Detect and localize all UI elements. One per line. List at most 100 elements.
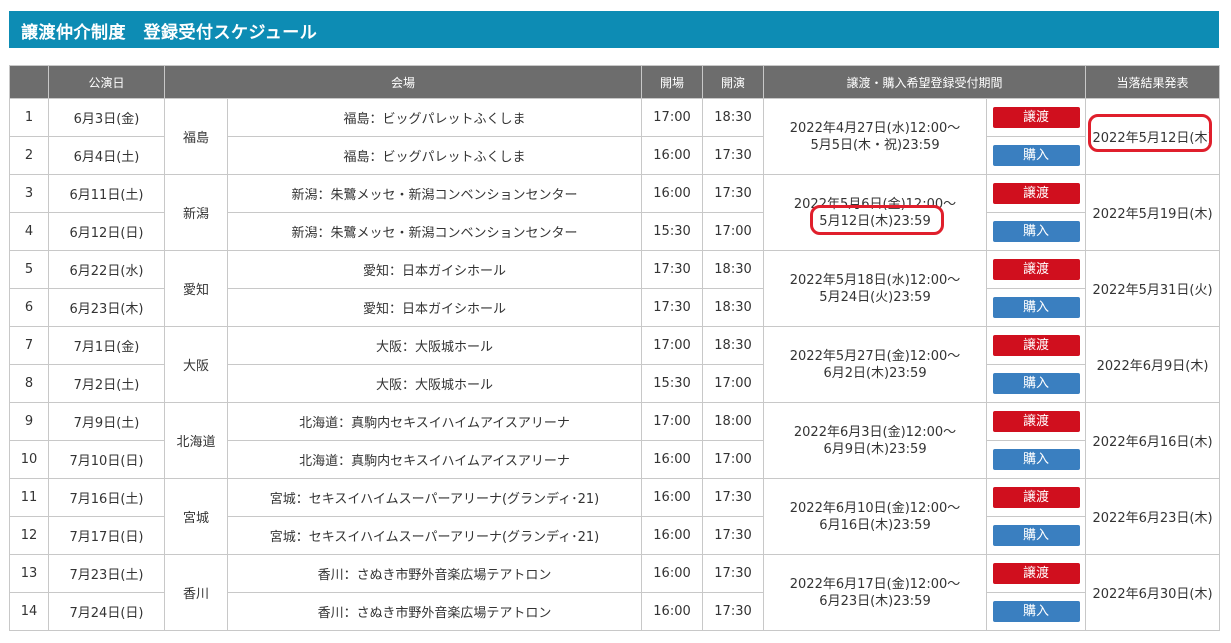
row-number: 6 <box>9 288 49 327</box>
open-time: 17:30 <box>641 288 704 327</box>
transfer-button[interactable]: 譲渡 <box>992 183 1080 204</box>
row-number: 1 <box>9 98 49 137</box>
header-date: 公演日 <box>48 65 165 99</box>
result-date: 2022年6月23日(木) <box>1085 478 1221 555</box>
venue-name: 香川：さぬき市野外音楽広場テアトロン <box>226 592 643 631</box>
period-start: 2022年5月18日(水)12:00～ <box>789 272 961 288</box>
venue-name: 宮城：セキスイハイムスーパーアリーナ(グランディ･21) <box>226 478 643 517</box>
performance-date: 7月17日(日) <box>48 516 165 555</box>
period-start: 2022年6月10日(金)12:00～ <box>789 500 961 516</box>
purchase-cell: 購入 <box>986 592 1087 631</box>
open-time: 17:30 <box>641 250 704 289</box>
period-end: 6月2日(木)23:59 <box>823 365 927 381</box>
open-time: 16:00 <box>641 592 704 631</box>
start-time: 17:00 <box>702 440 765 479</box>
prefecture: 宮城 <box>164 478 228 555</box>
table-row: 11 7月16日(土) 宮城 宮城：セキスイハイムスーパーアリーナ(グランディ･21)… <box>9 478 1221 555</box>
row-number: 9 <box>9 402 49 441</box>
venue-name: 宮城：セキスイハイムスーパーアリーナ(グランディ･21) <box>226 516 643 555</box>
transfer-button[interactable]: 譲渡 <box>992 335 1080 356</box>
performance-date: 6月23日(木) <box>48 288 165 327</box>
venue-name: 北海道：真駒内セキスイハイムアイスアリーナ <box>226 440 643 479</box>
table-row: 13 7月23日(土) 香川 香川：さぬき市野外音楽広場テアトロン 16:00 17:30… <box>9 554 1221 631</box>
row-number: 3 <box>9 174 49 213</box>
start-time: 17:30 <box>702 516 765 555</box>
row-number: 11 <box>9 478 49 517</box>
row-number: 5 <box>9 250 49 289</box>
performance-date: 6月4日(土) <box>48 136 165 175</box>
venue-name: 大阪：大阪城ホール <box>226 364 643 403</box>
open-time: 17:00 <box>641 98 704 137</box>
row-number: 7 <box>9 326 49 365</box>
transfer-cell: 譲渡 <box>986 554 1087 593</box>
open-time: 17:00 <box>641 326 704 365</box>
open-time: 16:00 <box>641 174 704 213</box>
result-date: 2022年6月9日(木) <box>1085 326 1221 403</box>
registration-period: 2022年6月17日(金)12:00～ 6月23日(木)23:59 <box>763 554 988 631</box>
header-row: 公演日 会場 開場 開演 譲渡・購入希望登録受付期間 当落結果発表 <box>9 65 1221 99</box>
registration-period: 2022年6月10日(金)12:00～ 6月16日(木)23:59 <box>763 478 988 555</box>
purchase-button[interactable]: 購入 <box>992 145 1080 166</box>
title-bar: 譲渡仲介制度 登録受付スケジュール <box>9 11 1219 48</box>
row-number: 13 <box>9 554 49 593</box>
purchase-button[interactable]: 購入 <box>992 525 1080 546</box>
start-time: 17:30 <box>702 478 765 517</box>
venue-name: 大阪：大阪城ホール <box>226 326 643 365</box>
purchase-button[interactable]: 購入 <box>992 373 1080 394</box>
start-time: 18:30 <box>702 326 765 365</box>
period-end: 6月16日(木)23:59 <box>819 517 931 533</box>
open-time: 17:00 <box>641 402 704 441</box>
open-time: 15:30 <box>641 212 704 251</box>
header-start: 開演 <box>702 65 765 99</box>
open-time: 16:00 <box>641 136 704 175</box>
transfer-button[interactable]: 譲渡 <box>992 107 1080 128</box>
header-result: 当落結果発表 <box>1085 65 1221 99</box>
transfer-cell: 譲渡 <box>986 402 1087 441</box>
performance-date: 7月23日(土) <box>48 554 165 593</box>
table-row: 7 7月1日(金) 大阪 大阪：大阪城ホール 17:00 18:30 2022年5月27日(… <box>9 326 1221 403</box>
start-time: 17:00 <box>702 212 765 251</box>
start-time: 18:00 <box>702 402 765 441</box>
venue-name: 新潟：朱鷺メッセ・新潟コンベンションセンター <box>226 212 643 251</box>
purchase-button[interactable]: 購入 <box>992 297 1080 318</box>
open-time: 16:00 <box>641 516 704 555</box>
period-end: 5月5日(木・祝)23:59 <box>810 137 940 153</box>
open-time: 15:30 <box>641 364 704 403</box>
performance-date: 7月2日(土) <box>48 364 165 403</box>
result-date: 2022年5月31日(火) <box>1085 250 1221 327</box>
highlight-period-niigata <box>810 205 944 235</box>
row-number: 12 <box>9 516 49 555</box>
transfer-button[interactable]: 譲渡 <box>992 411 1080 432</box>
venue-name: 福島：ビッグパレットふくしま <box>226 136 643 175</box>
prefecture: 大阪 <box>164 326 228 403</box>
row-number: 4 <box>9 212 49 251</box>
period-end: 5月24日(火)23:59 <box>819 289 931 305</box>
registration-period: 2022年6月3日(金)12:00～ 6月9日(木)23:59 <box>763 402 988 479</box>
purchase-cell: 購入 <box>986 212 1087 251</box>
venue-name: 北海道：真駒内セキスイハイムアイスアリーナ <box>226 402 643 441</box>
venue-name: 愛知：日本ガイシホール <box>226 288 643 327</box>
purchase-cell: 購入 <box>986 364 1087 403</box>
period-start: 2022年5月27日(金)12:00～ <box>789 348 961 364</box>
start-time: 17:30 <box>702 136 765 175</box>
prefecture: 北海道 <box>164 402 228 479</box>
transfer-button[interactable]: 譲渡 <box>992 563 1080 584</box>
transfer-button[interactable]: 譲渡 <box>992 487 1080 508</box>
period-start: 2022年6月3日(金)12:00～ <box>793 424 957 440</box>
prefecture: 新潟 <box>164 174 228 251</box>
transfer-cell: 譲渡 <box>986 478 1087 517</box>
start-time: 17:30 <box>702 592 765 631</box>
purchase-button[interactable]: 購入 <box>992 221 1080 242</box>
purchase-button[interactable]: 購入 <box>992 449 1080 470</box>
purchase-cell: 購入 <box>986 516 1087 555</box>
performance-date: 6月11日(土) <box>48 174 165 213</box>
highlight-result-fukushima <box>1088 114 1212 152</box>
purchase-button[interactable]: 購入 <box>992 601 1080 622</box>
performance-date: 7月16日(土) <box>48 478 165 517</box>
period-end: 6月23日(木)23:59 <box>819 593 931 609</box>
start-time: 18:30 <box>702 250 765 289</box>
start-time: 17:30 <box>702 554 765 593</box>
transfer-button[interactable]: 譲渡 <box>992 259 1080 280</box>
registration-period: 2022年4月27日(水)12:00～ 5月5日(木・祝)23:59 <box>763 98 988 175</box>
period-end: 6月9日(木)23:59 <box>823 441 927 457</box>
